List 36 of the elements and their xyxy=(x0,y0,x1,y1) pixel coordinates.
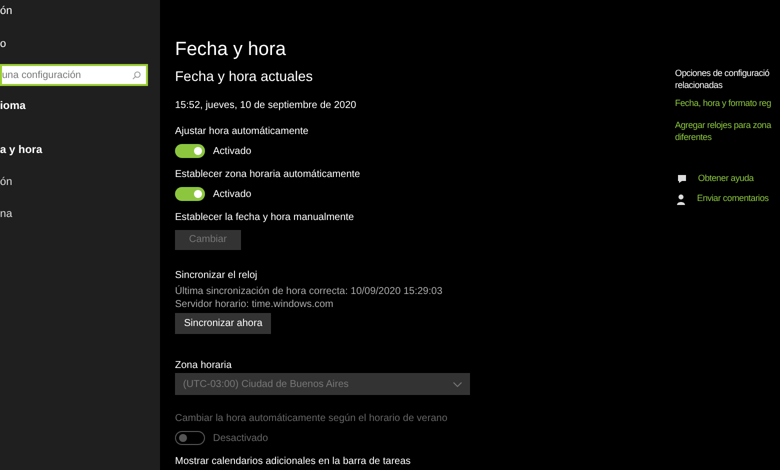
feedback-link[interactable]: Enviar comentarios xyxy=(697,192,769,206)
toggle-switch[interactable] xyxy=(175,144,205,158)
sidebar-item[interactable]: ón xyxy=(0,166,160,198)
setting-label: Cambiar la hora automáticamente según el horario de verano xyxy=(175,412,448,426)
setting-label: Establecer la fecha y hora manualmente xyxy=(175,211,355,225)
toggle-state-label: Activado xyxy=(213,188,252,202)
setting-label: Ajustar hora automáticamente xyxy=(175,125,310,139)
section-heading: Fecha y hora actuales xyxy=(175,67,314,86)
change-button: Cambiar xyxy=(175,230,241,250)
chat-question-icon xyxy=(677,174,688,184)
setting-label: Mostrar calendarios adicionales en la barra de tareas xyxy=(175,455,412,469)
related-link[interactable]: Agregar relojes para zona diferentes xyxy=(675,119,780,143)
search-icon xyxy=(132,71,141,80)
related-settings-heading: Opciones de configuració relacionadas xyxy=(675,67,770,91)
toggle-state-label: Activado xyxy=(213,144,252,158)
setting-label: Sincronizar el reloj xyxy=(175,269,258,283)
sidebar-item[interactable]: a y hora xyxy=(0,134,160,166)
help-link[interactable]: Obtener ayuda xyxy=(698,172,754,186)
sync-now-button[interactable]: Sincronizar ahora xyxy=(175,313,272,334)
timezone-dropdown: (UTC-03:00) Ciudad de Buenos Aires xyxy=(175,373,470,395)
toggle-switch[interactable] xyxy=(175,187,205,201)
sync-info-text: Última sincronización de hora correcta: 10/09/2020 15:29:03 xyxy=(175,284,444,297)
setting-label: Zona horaria xyxy=(175,359,233,373)
search-field[interactable]: una configuración xyxy=(0,64,148,86)
related-link[interactable]: Fecha, hora y formato reg xyxy=(675,97,780,109)
chevron-down-icon xyxy=(453,382,462,386)
toggle-state-label: Desactivado xyxy=(213,432,268,446)
page-title: Fecha y hora xyxy=(175,38,287,62)
setting-label: Establecer zona horaria automáticamente xyxy=(175,168,362,182)
person-icon xyxy=(677,194,687,204)
home-link[interactable]: o xyxy=(0,36,160,64)
current-datetime: 15:52, jueves, 10 de septiembre de 2020 xyxy=(175,99,358,113)
sidebar-item[interactable]: na xyxy=(0,198,160,230)
sync-info-text: Servidor horario: time.windows.com xyxy=(175,298,334,310)
window-title: ón xyxy=(0,4,14,19)
section-heading: ioma xyxy=(0,99,27,114)
